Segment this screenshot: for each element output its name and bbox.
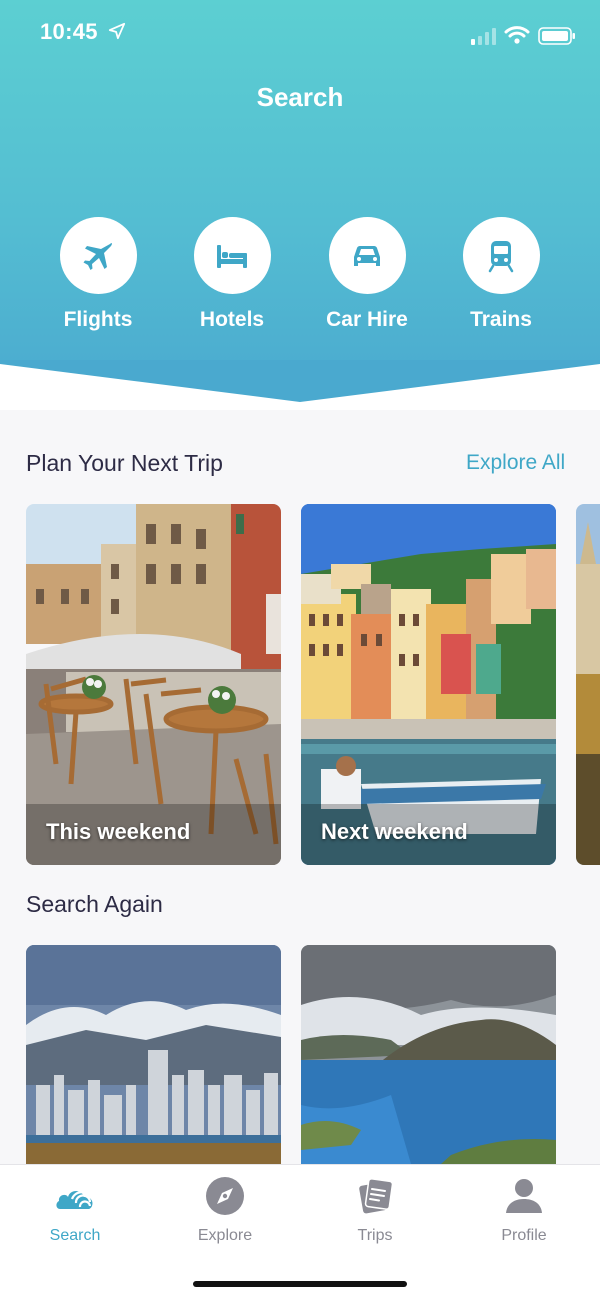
trip-card-this-weekend[interactable]: This weekend xyxy=(26,504,281,865)
category-label: Car Hire xyxy=(326,308,408,331)
header-wave xyxy=(0,360,600,410)
bed-icon xyxy=(217,244,247,268)
trips-icon xyxy=(359,1178,394,1214)
tab-explore[interactable]: Explore xyxy=(165,1175,285,1245)
category-hotels[interactable]: Hotels xyxy=(172,217,292,332)
status-time: 10:45 xyxy=(40,19,98,44)
home-indicator xyxy=(193,1281,407,1287)
tab-profile[interactable]: Profile xyxy=(464,1175,584,1245)
hotels-circle xyxy=(193,217,271,294)
explore-all-link[interactable]: Explore All xyxy=(466,451,565,475)
car-hire-circle xyxy=(328,217,406,294)
cellular-signal-icon xyxy=(471,28,496,45)
category-flights[interactable]: Flights xyxy=(38,217,158,332)
card-label: This weekend xyxy=(46,819,191,844)
tab-search[interactable]: Search xyxy=(15,1175,135,1245)
category-label: Hotels xyxy=(199,308,265,331)
harbor-town-image xyxy=(301,504,556,865)
trains-circle xyxy=(462,217,540,294)
recent-search-card-lake[interactable] xyxy=(301,945,556,1164)
status-bar: 10:45 xyxy=(0,0,600,64)
venice-cafe-image xyxy=(26,504,281,865)
category-trains[interactable]: Trains xyxy=(441,217,561,332)
card-label: Next weekend xyxy=(321,819,468,844)
tab-label: Explore xyxy=(197,1227,253,1244)
airplane-icon xyxy=(83,242,112,270)
tab-label: Trips xyxy=(357,1227,393,1244)
trip-card-next-weekend[interactable]: Next weekend xyxy=(301,504,556,865)
tab-label: Profile xyxy=(501,1227,547,1244)
category-row: Flights Hotels Car Hire Trains xyxy=(0,217,600,337)
city-skyline-image xyxy=(26,945,281,1164)
category-car-hire[interactable]: Car Hire xyxy=(307,217,427,332)
wifi-icon xyxy=(504,26,530,44)
car-icon xyxy=(354,245,380,266)
recent-search-card-city[interactable] xyxy=(26,945,281,1164)
header: 10:45 Search Flights Hotels Car Hire Tra… xyxy=(0,0,600,405)
train-icon xyxy=(488,240,514,272)
search-cloud-icon xyxy=(56,1191,93,1209)
profile-icon xyxy=(506,1179,542,1213)
category-label: Flights xyxy=(63,308,133,331)
page-title: Search xyxy=(256,82,344,112)
compass-icon xyxy=(206,1177,244,1215)
trip-card-partial[interactable] xyxy=(576,504,600,865)
tab-trips[interactable]: Trips xyxy=(315,1175,435,1245)
city-image xyxy=(576,504,600,865)
location-arrow-icon xyxy=(108,22,126,40)
plan-section-title: Plan Your Next Trip xyxy=(26,450,223,476)
battery-icon xyxy=(538,27,575,45)
flights-circle xyxy=(59,217,137,294)
tab-bar: Search Explore Trips Profile xyxy=(0,1164,600,1299)
mountain-lake-image xyxy=(301,945,556,1164)
category-label: Trains xyxy=(470,308,532,331)
tab-label: Search xyxy=(49,1227,101,1244)
search-again-title: Search Again xyxy=(26,891,163,917)
